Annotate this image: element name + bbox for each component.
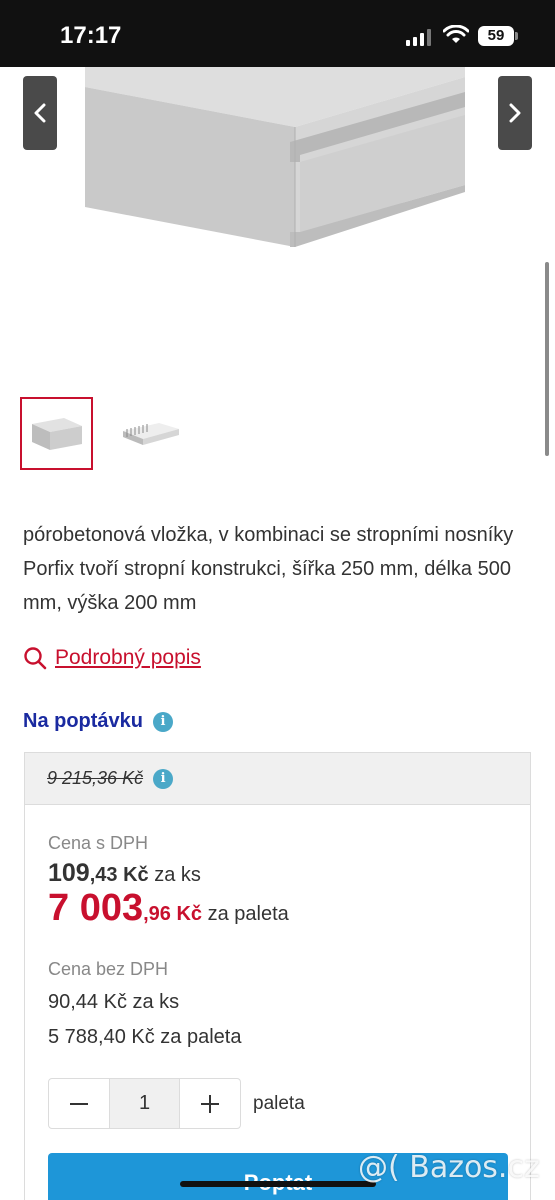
quantity-stepper: 1	[48, 1078, 241, 1129]
product-gallery[interactable]	[0, 67, 555, 377]
vat-pal-integer: 7 003	[48, 887, 144, 929]
vat-ks-integer: 109	[48, 859, 90, 887]
thumbnail-ceiling[interactable]	[113, 397, 186, 470]
thumbnail-block[interactable]	[20, 397, 93, 470]
price-header: 9 215,36 Kč i	[25, 753, 530, 805]
minus-icon	[70, 1102, 89, 1105]
novat-price-per-pallet: 5 788,40 Kč za paleta	[48, 1026, 242, 1048]
quantity-input[interactable]: 1	[109, 1079, 180, 1128]
quantity-decrease-button[interactable]	[49, 1079, 109, 1128]
page-scrollbar[interactable]	[545, 262, 549, 456]
vat-price-label: Cena s DPH	[48, 833, 149, 853]
battery-level: 59	[487, 27, 505, 44]
price-box: 9 215,36 Kč i Cena s DPH 109,43 Kč za ks…	[24, 752, 531, 1200]
porobeton-block-thumbnail	[31, 417, 82, 450]
vat-price-per-pallet: 7 003,96 Kč za paleta	[48, 887, 289, 930]
wifi-icon	[443, 25, 469, 43]
vat-price-per-piece: 109,43 Kč za ks	[48, 859, 201, 888]
availability: Na poptávku i	[23, 710, 174, 733]
home-indicator	[180, 1181, 376, 1187]
vat-ks-decimal: ,43 Kč	[89, 864, 149, 886]
bazos-watermark: @( Bazos.cz	[358, 1150, 540, 1185]
gallery-prev-button[interactable]	[23, 76, 57, 150]
plus-icon	[200, 1094, 219, 1113]
porobeton-block-image	[85, 67, 465, 247]
product-description: pórobetonová vložka, v kombinaci se stro…	[23, 524, 514, 614]
quantity-increase-button[interactable]	[180, 1079, 240, 1128]
novat-price-label: Cena bez DPH	[48, 959, 169, 979]
old-price: 9 215,36 Kč	[47, 768, 144, 788]
signal-icon	[406, 28, 431, 46]
vat-ks-unit: za ks	[154, 864, 201, 886]
availability-label: Na poptávku	[23, 710, 144, 732]
info-icon[interactable]: i	[153, 768, 174, 789]
vat-pal-unit: za paleta	[207, 903, 289, 925]
detail-description-link[interactable]: Podrobný popis	[23, 646, 201, 670]
vat-pal-decimal: ,96 Kč	[143, 903, 203, 925]
gallery-next-button[interactable]	[498, 76, 532, 150]
battery-icon: 59	[478, 26, 518, 46]
novat-price-per-piece: 90,44 Kč za ks	[48, 991, 180, 1013]
quantity-unit: paleta	[253, 1093, 305, 1114]
status-bar: 17:17 59	[0, 0, 555, 67]
status-time: 17:17	[60, 22, 122, 49]
info-icon[interactable]: i	[153, 711, 174, 732]
search-icon	[24, 647, 47, 670]
chevron-left-icon	[34, 103, 46, 123]
chevron-right-icon	[509, 103, 521, 123]
ceiling-structure-thumbnail	[122, 422, 179, 445]
detail-link-label: Podrobný popis	[55, 646, 201, 669]
